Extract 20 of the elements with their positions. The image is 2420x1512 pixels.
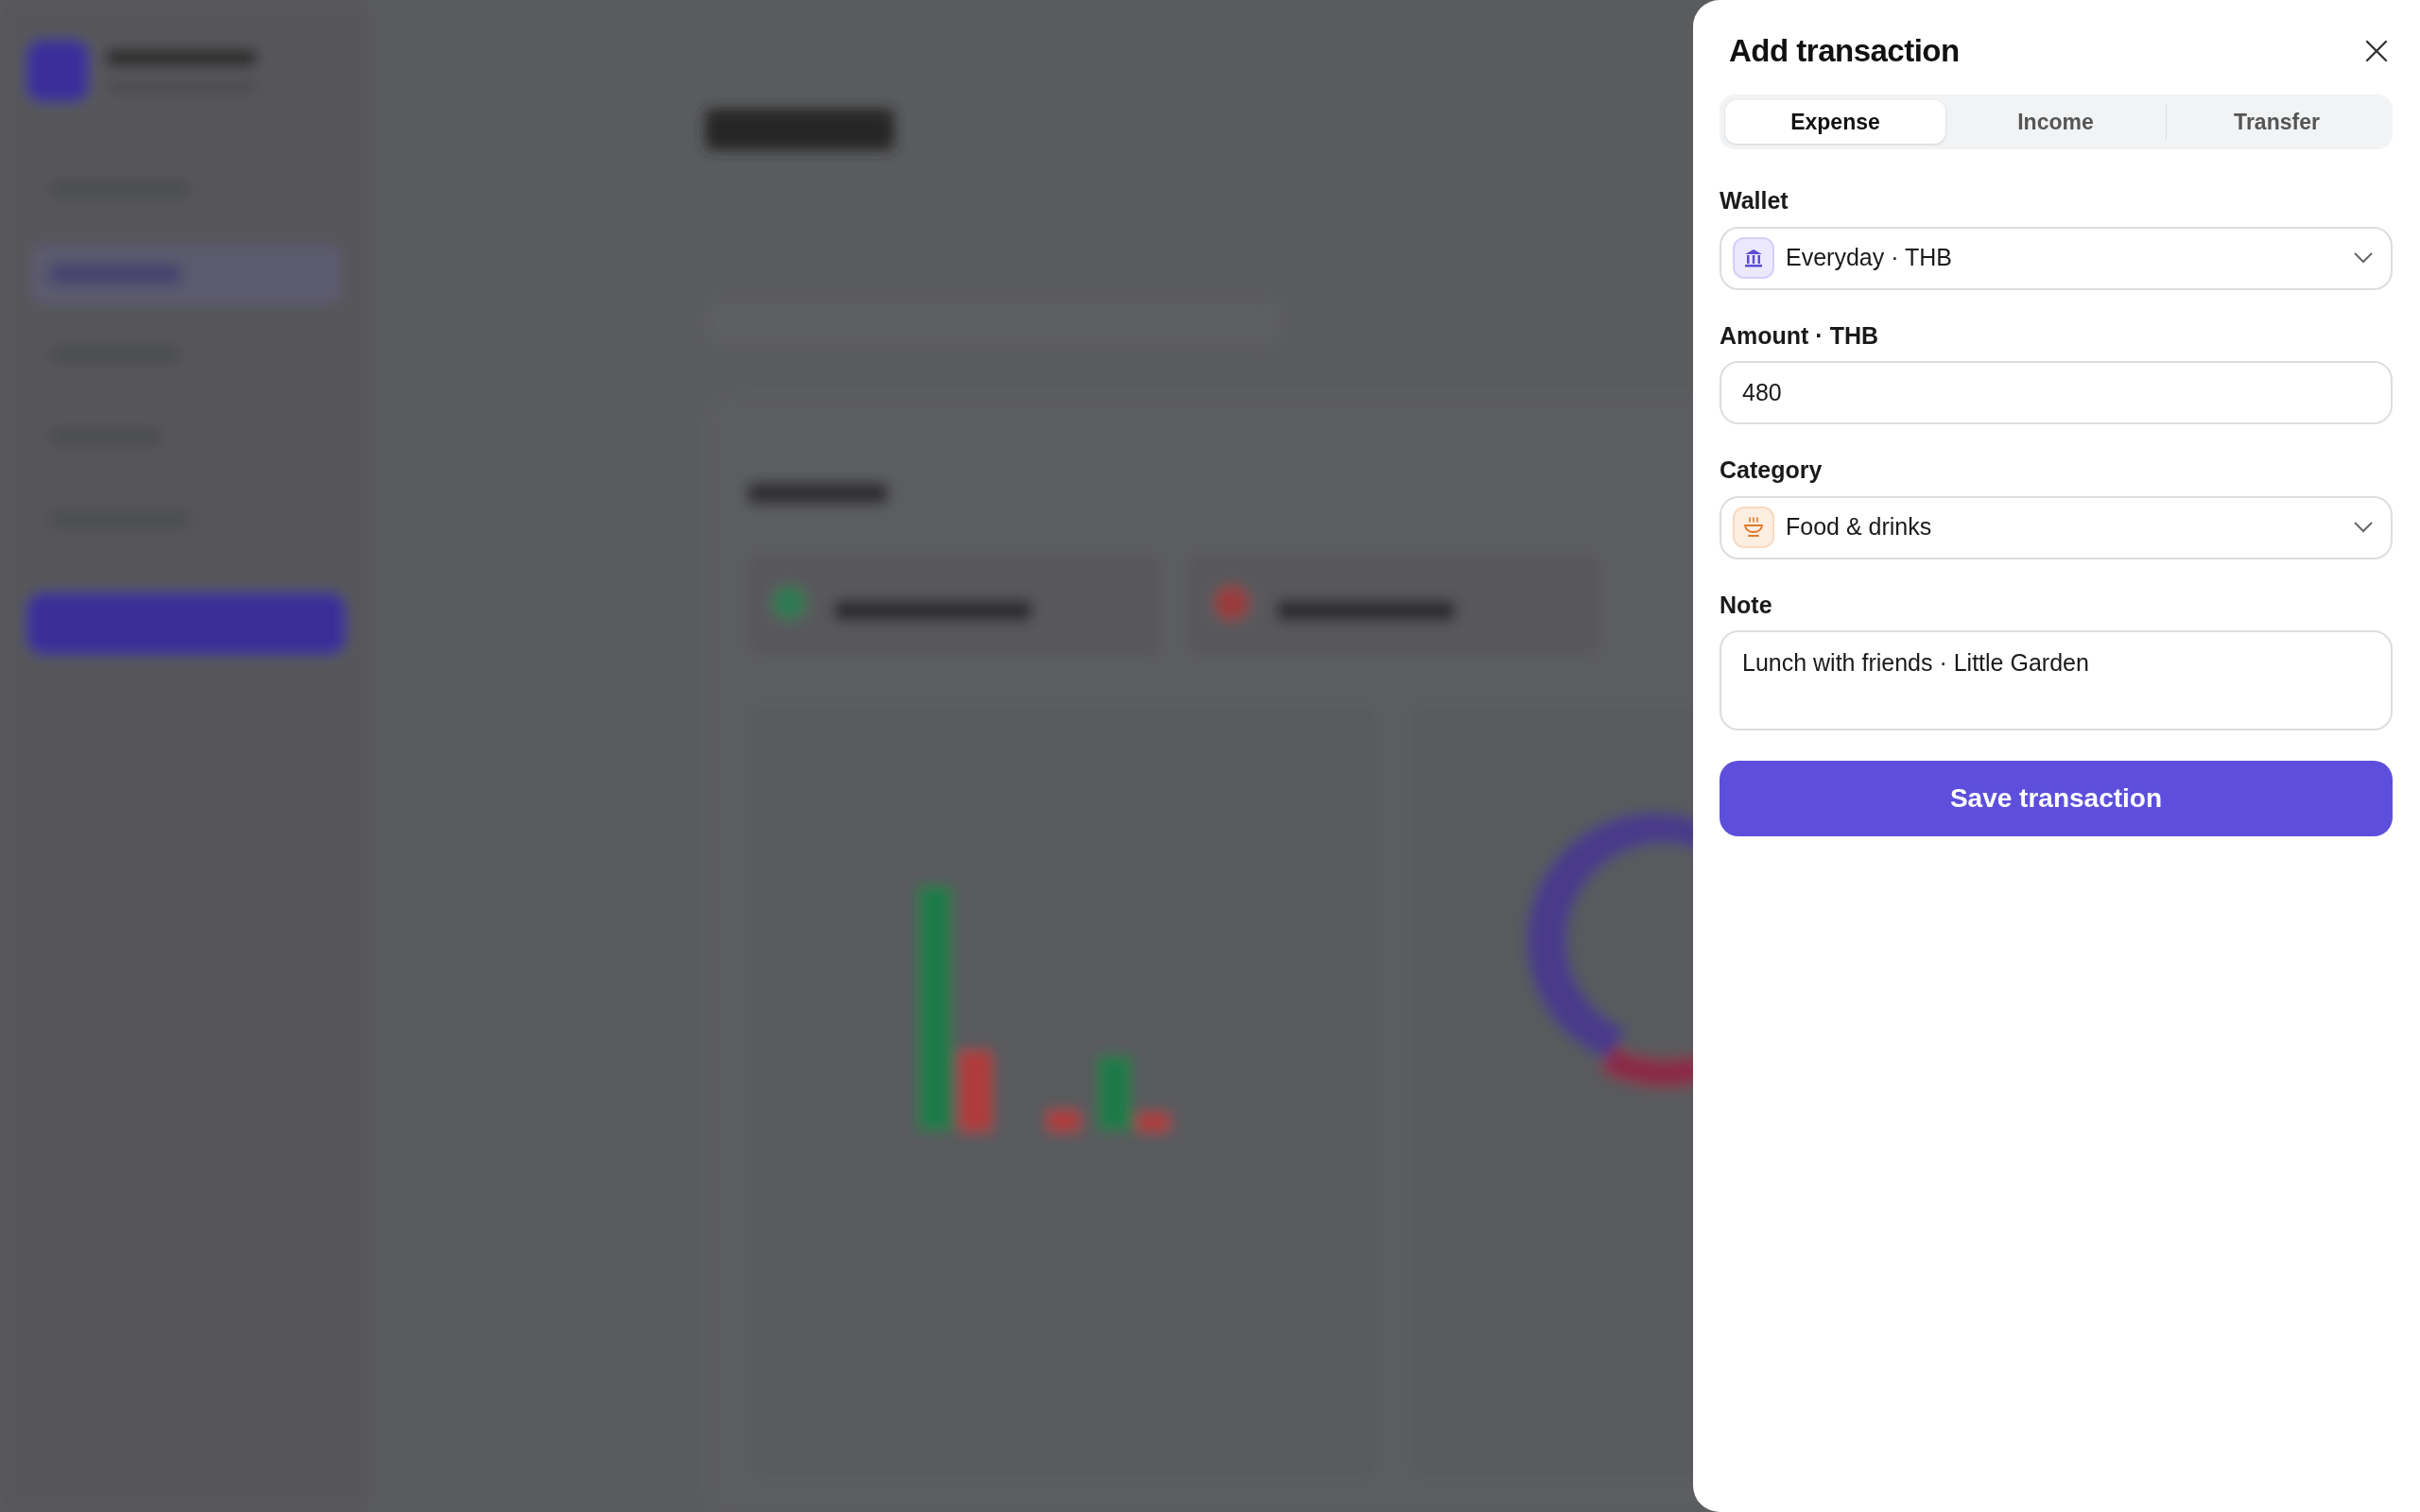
- type-tab[interactable]: Expense: [1725, 100, 1945, 144]
- save-button[interactable]: Save transaction: [1720, 761, 2393, 836]
- chevron-down-icon: [2353, 251, 2374, 265]
- note-field[interactable]: Lunch with friends · Little Garden: [1720, 630, 2393, 730]
- bowl-icon: [1742, 516, 1765, 539]
- input-field[interactable]: 480: [1720, 361, 2393, 424]
- close-icon: [2364, 39, 2389, 63]
- select-field[interactable]: Food & drinks: [1720, 495, 2393, 559]
- type-tab[interactable]: Income: [1945, 100, 2166, 144]
- select-value: Food & drinks: [1786, 512, 1932, 542]
- field-label: Wallet: [1720, 186, 1789, 215]
- chevron-down-icon: [2353, 521, 2374, 534]
- bank-icon: [1743, 248, 1764, 268]
- type-tab[interactable]: Transfer: [2167, 100, 2387, 144]
- field-label: Amount · THB: [1720, 320, 1880, 351]
- select-value: Everyday · THB: [1786, 243, 1952, 273]
- field-label: Category: [1720, 455, 1824, 485]
- field-label: Note: [1720, 590, 1773, 620]
- select-field[interactable]: Everyday · THB: [1720, 226, 2393, 290]
- drawer-title: Add transaction: [1729, 32, 1960, 70]
